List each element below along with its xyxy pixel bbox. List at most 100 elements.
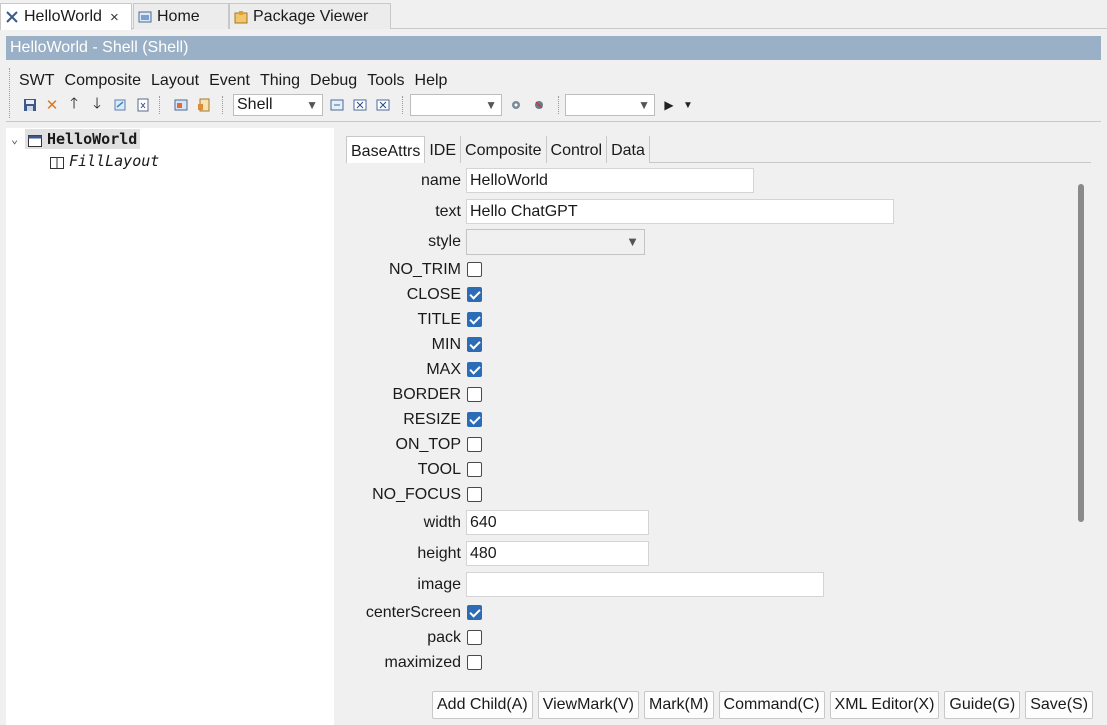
maximized-checkbox[interactable]	[467, 655, 482, 670]
image-field[interactable]	[466, 572, 824, 597]
style-label: style	[428, 233, 461, 250]
tab-label: Package Viewer	[253, 7, 369, 25]
center-screen-checkbox[interactable]	[467, 605, 482, 620]
form-icon[interactable]	[327, 95, 347, 115]
chevron-down-icon[interactable]: ⌄	[11, 132, 25, 146]
min-label: MIN	[431, 336, 461, 353]
command-button[interactable]: Command(C)	[718, 691, 825, 719]
attr-tab-bar: BaseAttrs IDE Composite Control Data	[346, 136, 1091, 163]
tree-node-selected[interactable]: HelloWorld	[25, 129, 141, 149]
max-checkbox[interactable]	[467, 362, 482, 377]
xml-window-icon[interactable]	[350, 95, 370, 115]
dropdown-arrow-icon[interactable]: ▼	[678, 95, 698, 115]
no-trim-checkbox[interactable]	[467, 262, 482, 277]
menu-event[interactable]: Event	[204, 70, 255, 92]
gear-run-icon[interactable]	[506, 95, 526, 115]
xml-close-icon[interactable]	[373, 95, 393, 115]
run-icon[interactable]: ▶	[659, 95, 679, 115]
menu-layout[interactable]: Layout	[146, 70, 204, 92]
thing-tree: ⌄ HelloWorld FillLayout	[6, 128, 334, 725]
vertical-scrollbar[interactable]	[1078, 184, 1084, 522]
menu-help[interactable]: Help	[410, 70, 453, 92]
gear-stop-icon[interactable]	[529, 95, 549, 115]
add-child-button[interactable]: Add Child(A)	[432, 691, 533, 719]
tree-child-node[interactable]: FillLayout	[50, 152, 159, 170]
combo-2[interactable]: ▼	[410, 94, 502, 116]
tab-helloworld[interactable]: HelloWorld ×	[0, 3, 132, 30]
guide-button[interactable]: Guide(G)	[944, 691, 1021, 719]
menu-debug[interactable]: Debug	[305, 70, 362, 92]
tab-home[interactable]: Home	[133, 3, 229, 29]
move-up-icon[interactable]: 🡑	[64, 95, 84, 115]
no-focus-checkbox[interactable]	[467, 487, 482, 502]
pack-checkbox[interactable]	[467, 630, 482, 645]
tab-data[interactable]: Data	[607, 136, 650, 163]
move-down-icon[interactable]: 🡓	[87, 95, 107, 115]
border-checkbox[interactable]	[467, 387, 482, 402]
text-label: text	[435, 203, 461, 220]
toolbar-grip[interactable]	[9, 68, 11, 118]
chevron-down-icon: ▼	[306, 98, 318, 112]
toolbar: ✕ 🡑 🡓 Shell ▼ ▼ ▼ ▶ ▼	[18, 94, 1107, 116]
save-icon[interactable]	[20, 95, 40, 115]
close-checkbox[interactable]	[467, 287, 482, 302]
tab-package-viewer[interactable]: Package Viewer	[229, 3, 391, 29]
on-top-checkbox[interactable]	[467, 437, 482, 452]
toolbar-separator	[159, 96, 160, 114]
chevron-down-icon: ▼	[638, 98, 650, 112]
toolbar-separator	[222, 96, 223, 114]
menu-tools[interactable]: Tools	[362, 70, 409, 92]
view-mark-button[interactable]: ViewMark(V)	[537, 691, 639, 719]
no-focus-label: NO_FOCUS	[372, 486, 461, 503]
shell-icon	[28, 133, 42, 147]
text-field[interactable]: Hello ChatGPT	[466, 199, 894, 224]
type-combo[interactable]: Shell ▼	[233, 94, 323, 116]
toolbar-divider	[6, 121, 1101, 122]
width-label: width	[423, 514, 461, 531]
tab-baseattrs[interactable]: BaseAttrs	[346, 136, 426, 163]
style-select[interactable]: ▼	[466, 229, 645, 255]
tool-label: TOOL	[417, 461, 461, 478]
mark-button[interactable]: Mark(M)	[643, 691, 714, 719]
save-button[interactable]: Save(S)	[1025, 691, 1094, 719]
xml-editor-button[interactable]: XML Editor(X)	[829, 691, 940, 719]
document-icon[interactable]	[194, 95, 214, 115]
title-label: TITLE	[417, 311, 461, 328]
name-field[interactable]: HelloWorld	[466, 168, 754, 193]
refresh-icon[interactable]	[110, 95, 130, 115]
tab-label: HelloWorld	[24, 8, 102, 25]
height-label: height	[417, 545, 461, 562]
menu-thing[interactable]: Thing	[255, 70, 305, 92]
xml-icon[interactable]	[133, 95, 153, 115]
resize-checkbox[interactable]	[467, 412, 482, 427]
width-field[interactable]: 640	[466, 510, 649, 535]
tree-root-node[interactable]: ⌄ HelloWorld	[11, 129, 141, 149]
editor-tab-bar: HelloWorld × Home Package Viewer	[0, 0, 1107, 30]
tab-control[interactable]: Control	[546, 136, 608, 163]
resize-label: RESIZE	[403, 411, 461, 428]
border-label: BORDER	[392, 386, 461, 403]
pack-label: pack	[427, 629, 461, 646]
delete-icon[interactable]: ✕	[42, 95, 62, 115]
max-label: MAX	[426, 361, 461, 378]
no-trim-label: NO_TRIM	[389, 261, 461, 278]
menu-swt[interactable]: SWT	[14, 70, 60, 92]
name-label: name	[420, 172, 461, 189]
toolbar-separator	[402, 96, 403, 114]
image-label: image	[417, 576, 461, 593]
preview-icon[interactable]	[171, 95, 191, 115]
title-checkbox[interactable]	[467, 312, 482, 327]
layout-icon	[50, 155, 64, 169]
chevron-down-icon: ▼	[626, 234, 639, 249]
close-icon[interactable]: ×	[110, 9, 119, 26]
tool-checkbox[interactable]	[467, 462, 482, 477]
tab-label: Home	[157, 7, 200, 25]
tab-ide[interactable]: IDE	[425, 136, 462, 163]
combo-3[interactable]: ▼	[565, 94, 655, 116]
tree-child-label: FillLayout	[69, 152, 160, 170]
height-field[interactable]: 480	[466, 541, 649, 566]
menu-composite[interactable]: Composite	[60, 70, 146, 92]
min-checkbox[interactable]	[467, 337, 482, 352]
tab-composite[interactable]: Composite	[461, 136, 547, 163]
attribute-panel: BaseAttrs IDE Composite Control Data nam…	[346, 136, 1094, 725]
